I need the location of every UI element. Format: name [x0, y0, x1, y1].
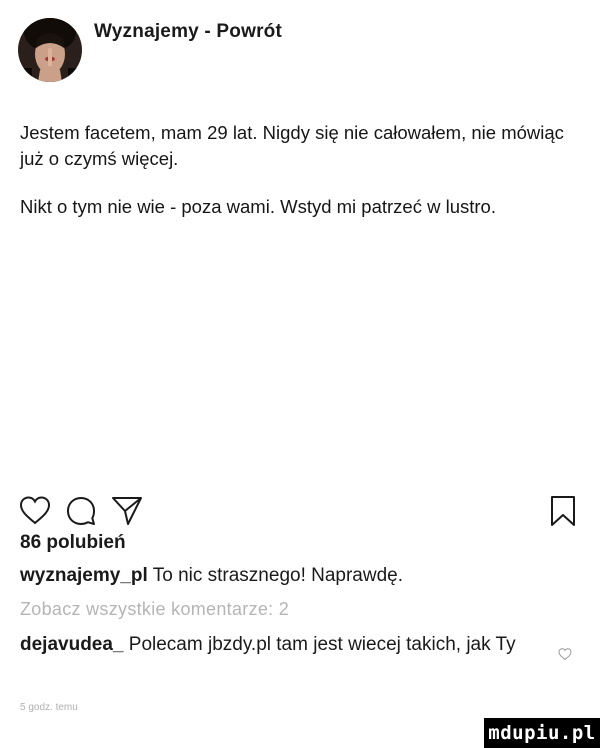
- post-caption: Jestem facetem, mam 29 lat. Nigdy się ni…: [20, 120, 580, 242]
- avatar-image: [18, 18, 82, 82]
- send-icon[interactable]: [110, 494, 144, 528]
- account-title[interactable]: Wyznajemy - Powrót: [94, 21, 282, 43]
- comment: dejavudea_ Polecam jbzdy.pl tam jest wie…: [20, 632, 540, 658]
- comment-like-heart-icon[interactable]: [558, 647, 572, 661]
- bookmark-icon[interactable]: [546, 494, 580, 528]
- comment-username[interactable]: wyznajemy_pl: [20, 565, 148, 586]
- view-all-comments-link[interactable]: Zobacz wszystkie komentarze: 2: [20, 599, 289, 620]
- comment-icon[interactable]: [64, 494, 98, 528]
- comment-username[interactable]: dejavudea_: [20, 634, 124, 655]
- avatar[interactable]: [18, 18, 82, 82]
- caption-paragraph: Jestem facetem, mam 29 lat. Nigdy się ni…: [20, 122, 564, 169]
- watermark-logo: mdupiu.pl: [484, 718, 600, 748]
- caption-paragraph: Nikt o tym nie wie - poza wami. Wstyd mi…: [20, 196, 496, 217]
- heart-icon[interactable]: [18, 494, 52, 528]
- post-timestamp: 5 godz. temu: [20, 702, 78, 713]
- comment-text: To nic strasznego! Naprawdę.: [152, 565, 404, 586]
- comment-text: Polecam jbzdy.pl tam jest wiecej takich,…: [128, 634, 516, 655]
- post-header: Wyznajemy - Powrót: [18, 12, 282, 88]
- likes-count[interactable]: 86 polubień: [20, 532, 126, 554]
- comment: wyznajemy_pl To nic strasznego! Naprawdę…: [20, 563, 403, 589]
- action-bar: [18, 494, 580, 528]
